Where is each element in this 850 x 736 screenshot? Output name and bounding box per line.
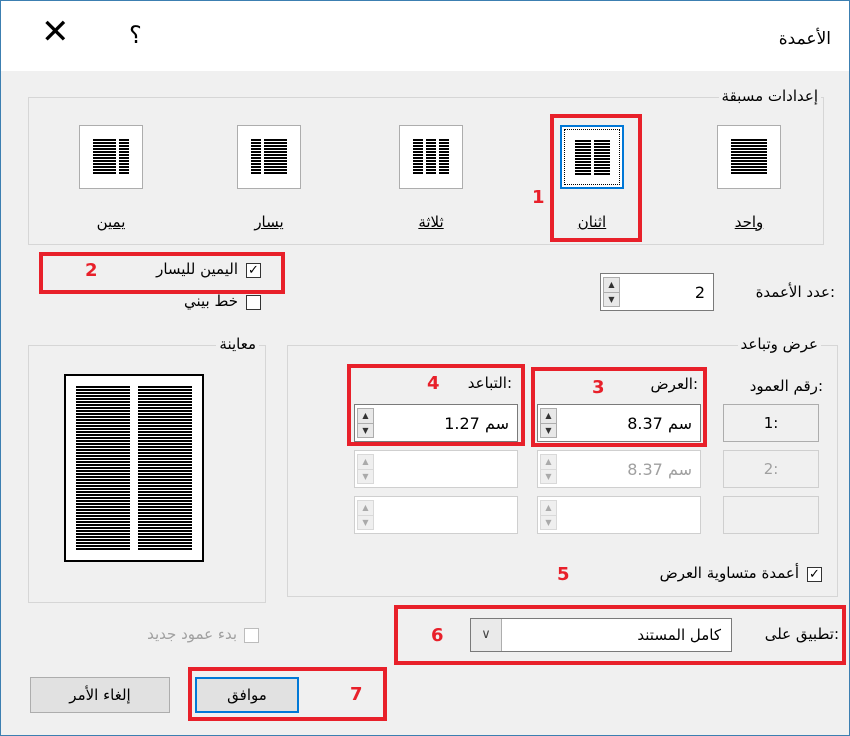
num-columns-value: 2 (694, 283, 705, 302)
spacing-3-spin-arrows[interactable]: ▲ ▼ (357, 500, 374, 530)
left-column-icon-narrow (251, 139, 261, 175)
width-spinner-2[interactable]: ▲ ▼ 8.37 سم (537, 450, 701, 488)
start-new-column-checkbox[interactable] (244, 628, 259, 643)
annotation-number-2: 2 (85, 260, 98, 281)
spacing-spinner-3[interactable]: ▲ ▼ (354, 496, 518, 534)
right-column-icon-narrow (119, 139, 129, 175)
num-columns-label: عدد الأعمدة: (755, 283, 835, 301)
three-columns-icon-b (426, 139, 436, 175)
presets-legend: إعدادات مسبقة (718, 87, 821, 105)
preset-left-label: يسار (254, 213, 284, 231)
close-icon[interactable]: ✕ (41, 15, 70, 49)
preset-right-button[interactable] (79, 125, 143, 189)
preset-left-button[interactable] (237, 125, 301, 189)
width-spinner-3[interactable]: ▲ ▼ (537, 496, 701, 534)
width-spacing-legend: عرض وتباعد (737, 335, 821, 353)
preview-column-right (138, 386, 192, 550)
left-column-icon-wide (264, 139, 287, 175)
help-icon[interactable]: ؟ (129, 21, 142, 49)
col-number-2: 2: (723, 450, 819, 488)
width-value-2: 8.37 سم (627, 460, 692, 479)
width-3-spin-arrows[interactable]: ▲ ▼ (540, 500, 557, 530)
col-number-1: 1: (723, 404, 819, 442)
equal-width-checkbox[interactable]: ✓ (807, 567, 822, 582)
preview-page (64, 374, 204, 562)
dialog-title: الأعمدة (778, 29, 831, 49)
annotation-number-7: 7 (350, 684, 363, 705)
preview-legend: معاينة (216, 335, 259, 353)
line-between-checkbox[interactable] (246, 295, 261, 310)
preset-one-button[interactable] (717, 125, 781, 189)
width-2-spin-arrows[interactable]: ▲ ▼ (540, 454, 557, 484)
annotation-box-1 (550, 114, 642, 242)
annotation-number-1: 1 (532, 187, 545, 208)
three-columns-icon-a (413, 139, 423, 175)
preset-three-button[interactable] (399, 125, 463, 189)
start-new-column-label: بدء عمود جديد (147, 625, 237, 643)
preview-column-left (76, 386, 130, 550)
annotation-box-2 (39, 252, 285, 294)
equal-width-label: أعمدة متساوية العرض (659, 564, 799, 582)
annotation-number-5: 5 (557, 564, 570, 585)
annotation-number-6: 6 (431, 625, 444, 646)
annotation-number-3: 3 (592, 377, 605, 398)
right-column-icon-wide (93, 139, 116, 175)
cancel-button[interactable]: إلغاء الأمر (30, 677, 170, 713)
preset-three-label: ثلاثة (418, 213, 444, 231)
line-between-label: خط بيني (183, 292, 238, 310)
preset-right-label: يمين (96, 213, 126, 231)
annotation-number-4: 4 (427, 373, 440, 394)
spacing-2-spin-arrows[interactable]: ▲ ▼ (357, 454, 374, 484)
columns-dialog: ✕ ؟ الأعمدة إعدادات مسبقة واحد اثنان ثلا… (0, 0, 850, 736)
annotation-box-3 (531, 367, 707, 447)
preset-one-label: واحد (734, 213, 764, 231)
three-columns-icon-c (439, 139, 449, 175)
title-bar: ✕ ؟ الأعمدة (1, 1, 849, 71)
num-columns-spin-arrows[interactable]: ▲ ▼ (603, 277, 620, 307)
col-number-header: رقم العمود: (749, 377, 823, 395)
spacing-spinner-2[interactable]: ▲ ▼ (354, 450, 518, 488)
col-number-3 (723, 496, 819, 534)
num-columns-spinner[interactable]: ▲ ▼ 2 (600, 273, 714, 311)
one-column-icon (731, 139, 767, 175)
annotation-box-6 (394, 605, 846, 665)
